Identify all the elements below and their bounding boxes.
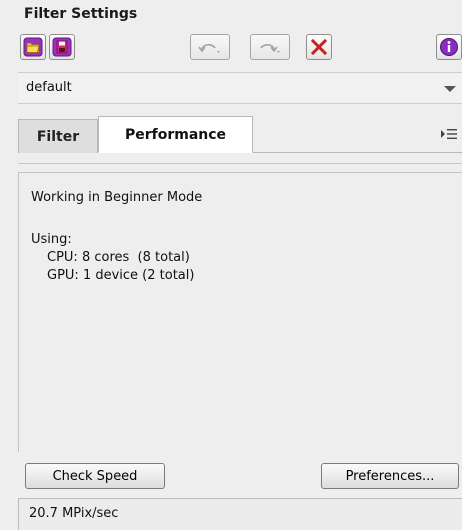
tab-bar: Filter Performance bbox=[18, 116, 462, 153]
close-icon bbox=[310, 38, 328, 56]
tab-performance[interactable]: Performance bbox=[98, 116, 253, 153]
gpu-info: GPU: 1 device (2 total) bbox=[47, 268, 195, 283]
filter-settings-panel: Filter Settings default Filter Performan… bbox=[18, 0, 462, 530]
undo-button[interactable] bbox=[190, 34, 230, 60]
using-label: Using: bbox=[31, 232, 72, 247]
open-preset-button[interactable] bbox=[20, 34, 46, 60]
info-icon bbox=[440, 38, 458, 56]
save-icon bbox=[52, 37, 72, 57]
preset-value: default bbox=[26, 80, 72, 95]
redo-icon bbox=[260, 44, 280, 53]
info-button[interactable] bbox=[436, 34, 462, 60]
preset-dropdown[interactable]: default bbox=[18, 72, 462, 104]
check-speed-button[interactable]: Check Speed bbox=[25, 463, 165, 489]
reset-button[interactable] bbox=[306, 34, 332, 60]
panel-title: Filter Settings bbox=[24, 6, 138, 22]
menu-icon bbox=[441, 129, 457, 139]
folder-icon bbox=[23, 37, 43, 57]
status-bar: 20.7 MPix/sec bbox=[18, 498, 462, 530]
redo-button[interactable] bbox=[250, 34, 290, 60]
tab-menu-button[interactable] bbox=[438, 124, 460, 144]
content-separator bbox=[18, 163, 462, 164]
save-preset-button[interactable] bbox=[49, 34, 75, 60]
undo-icon bbox=[198, 44, 220, 53]
performance-content: Working in Beginner Mode Using: CPU: 8 c… bbox=[18, 172, 462, 452]
chevron-down-icon bbox=[444, 86, 456, 92]
speed-status: 20.7 MPix/sec bbox=[29, 506, 119, 521]
mode-text: Working in Beginner Mode bbox=[31, 190, 203, 205]
cpu-info: CPU: 8 cores (8 total) bbox=[47, 250, 190, 265]
tab-filter[interactable]: Filter bbox=[18, 119, 98, 153]
preferences-button[interactable]: Preferences... bbox=[321, 463, 459, 489]
